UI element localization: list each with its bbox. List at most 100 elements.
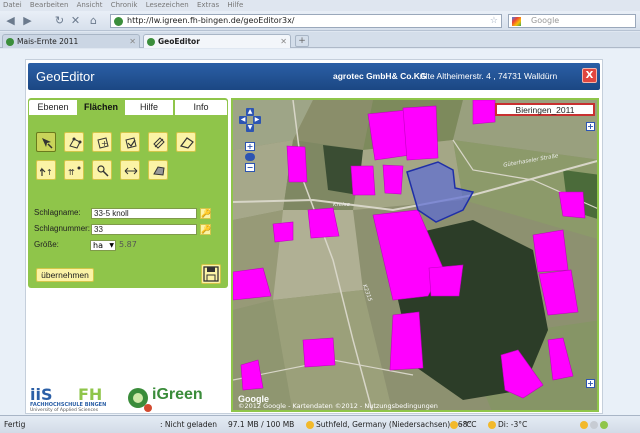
search-input[interactable]: Google bbox=[508, 14, 636, 28]
weather-current: Suthfeld, Germany (Niedersachsen): -6°C bbox=[306, 416, 472, 433]
sun-icon bbox=[306, 421, 314, 429]
menu-lesezeichen[interactable]: Lesezeichen bbox=[146, 1, 189, 9]
weather-forecast-2: Di: -3°C bbox=[488, 416, 527, 433]
measure-icon[interactable] bbox=[176, 132, 196, 152]
page-viewport: GeoEditor agrotec GmbH& Co.KG Alte Althe… bbox=[0, 49, 640, 415]
home-icon[interactable]: ⌂ bbox=[86, 14, 101, 28]
url-text: http://lw.igreen.fh-bingen.de/geoEditor3… bbox=[127, 16, 295, 25]
close-tab-icon[interactable]: ✕ bbox=[129, 35, 136, 48]
tab-title: Mais-Ernte 2011 bbox=[17, 37, 79, 46]
road-label: Kreise bbox=[333, 202, 351, 208]
igreen-logo: iGreen bbox=[126, 380, 216, 414]
svg-text:+: + bbox=[101, 139, 108, 148]
tools-panel: Ebenen Flächen Hilfe Info + ↑ ⇈ Schlagna… bbox=[28, 98, 228, 288]
company-name: agrotec GmbH& Co.KG bbox=[333, 71, 427, 81]
tab-title: GeoEditor bbox=[158, 37, 200, 46]
add-part-icon[interactable] bbox=[120, 132, 140, 152]
pan-left-icon[interactable]: ◀ bbox=[239, 116, 247, 124]
close-tab-icon[interactable]: ✕ bbox=[280, 35, 287, 48]
move-icon[interactable]: ↑ bbox=[36, 160, 56, 180]
sun-icon bbox=[488, 421, 496, 429]
status-text: Fertig bbox=[4, 420, 26, 429]
size-label: Größe: bbox=[34, 240, 59, 249]
status-icons bbox=[580, 416, 610, 433]
map-copyright: ©2012 Google - Kartendaten ©2012 - Nutzu… bbox=[238, 402, 438, 410]
menu-chronik[interactable]: Chronik bbox=[111, 1, 138, 9]
area-icon[interactable] bbox=[148, 160, 168, 180]
weather-forecast-1: -8°C bbox=[450, 416, 476, 433]
search-placeholder: Google bbox=[531, 16, 560, 25]
pan-up-icon[interactable]: ▲ bbox=[246, 108, 254, 116]
geoeditor-app: GeoEditor agrotec GmbH& Co.KG Alte Althe… bbox=[25, 59, 603, 414]
app-title: GeoEditor bbox=[36, 69, 95, 84]
add-polygon-icon[interactable]: + bbox=[92, 132, 112, 152]
tab-ebenen[interactable]: Ebenen bbox=[28, 99, 78, 116]
pan-down-icon[interactable]: ▼ bbox=[246, 124, 254, 132]
distance-icon[interactable] bbox=[120, 160, 140, 180]
zoom-slider[interactable] bbox=[245, 153, 255, 161]
number-field[interactable]: 33 bbox=[91, 224, 197, 235]
pan-right-icon[interactable]: ▶ bbox=[253, 116, 261, 124]
tab-geoeditor[interactable]: GeoEditor ✕ bbox=[143, 34, 291, 48]
browser-window: Datei Bearbeiten Ansicht Chronik Lesezei… bbox=[0, 0, 640, 433]
number-label: Schlagnummer: bbox=[34, 224, 91, 233]
sun-icon bbox=[450, 421, 458, 429]
sun-icon bbox=[580, 421, 588, 429]
addon-icon[interactable] bbox=[600, 421, 608, 429]
tab-info[interactable]: Info bbox=[174, 99, 228, 116]
menu-datei[interactable]: Datei bbox=[3, 1, 22, 9]
chevron-down-icon: ▼ bbox=[109, 242, 114, 249]
svg-text:↑: ↑ bbox=[46, 168, 53, 177]
map-view[interactable]: Güterhaseler Straße Kreise K2315 Biering… bbox=[231, 98, 599, 412]
bookmark-star-icon[interactable]: ☆ bbox=[490, 15, 498, 27]
unit-select[interactable]: ha ▼ bbox=[90, 240, 116, 251]
area-value: 5.87 bbox=[119, 240, 137, 249]
site-favicon-icon bbox=[114, 17, 123, 26]
menu-bearbeiten[interactable]: Bearbeiten bbox=[30, 1, 68, 9]
map-layer-label: Bieringen_2011 bbox=[495, 103, 595, 116]
new-tab-button[interactable]: + bbox=[295, 35, 309, 47]
unit-value: ha bbox=[93, 241, 103, 250]
name-field[interactable]: 33-5 knoll bbox=[91, 208, 197, 219]
navigation-toolbar: ◀ ▶ ↻ ✕ ⌂ http://lw.igreen.fh-bingen.de/… bbox=[0, 11, 640, 31]
cloud-icon bbox=[590, 421, 598, 429]
menu-extras[interactable]: Extras bbox=[197, 1, 219, 9]
layer-switcher-button[interactable]: + bbox=[586, 122, 595, 131]
close-button[interactable]: X bbox=[582, 68, 597, 83]
menu-bar: Datei Bearbeiten Ansicht Chronik Lesezei… bbox=[0, 0, 640, 11]
name-lookup-icon[interactable]: 🔑 bbox=[200, 208, 211, 219]
save-icon[interactable] bbox=[201, 264, 221, 284]
tab-mais-ernte[interactable]: Mais-Ernte 2011 ✕ bbox=[2, 34, 140, 48]
vertex-edit-icon[interactable] bbox=[64, 132, 84, 152]
reload-icon[interactable]: ↻ bbox=[52, 14, 67, 28]
zoom-out-button[interactable]: − bbox=[245, 163, 255, 172]
zoom-in-button[interactable]: + bbox=[245, 142, 255, 151]
google-search-icon bbox=[512, 17, 521, 26]
menu-hilfe[interactable]: Hilfe bbox=[227, 1, 243, 9]
tab-flaechen[interactable]: Flächen bbox=[78, 99, 124, 116]
apply-button[interactable]: übernehmen bbox=[36, 268, 94, 282]
tab-favicon-icon bbox=[6, 38, 14, 46]
tab-hilfe[interactable]: Hilfe bbox=[124, 99, 174, 116]
satellite-map bbox=[233, 100, 597, 410]
menu-ansicht[interactable]: Ansicht bbox=[77, 1, 103, 9]
svg-text:⇈: ⇈ bbox=[68, 168, 75, 177]
split-icon[interactable] bbox=[92, 160, 112, 180]
url-bar[interactable]: http://lw.igreen.fh-bingen.de/geoEditor3… bbox=[110, 14, 502, 28]
overview-map-button[interactable]: + bbox=[586, 379, 595, 388]
tab-bar: Mais-Ernte 2011 ✕ GeoEditor ✕ + bbox=[0, 32, 640, 48]
merge-icon[interactable]: ⇈ bbox=[64, 160, 84, 180]
cut-polygon-icon[interactable] bbox=[148, 132, 168, 152]
number-lookup-icon[interactable]: 🔑 bbox=[200, 224, 211, 235]
pan-control: ▲ ◀ ▶ ▼ bbox=[239, 108, 261, 138]
addon-status: : Nicht geladen bbox=[160, 420, 217, 429]
select-icon[interactable] bbox=[36, 132, 56, 152]
back-icon[interactable]: ◀ bbox=[3, 14, 18, 28]
name-label: Schlagname: bbox=[34, 208, 81, 217]
stop-icon[interactable]: ✕ bbox=[68, 14, 83, 28]
fh-bingen-logo: iiS FH FACHHOCHSCHULE BINGEN University … bbox=[28, 380, 128, 414]
panel-tabs: Ebenen Flächen Hilfe Info bbox=[28, 98, 228, 116]
app-header: GeoEditor agrotec GmbH& Co.KG Alte Althe… bbox=[28, 63, 600, 90]
company-address: Alte Altheimerstr. 4 , 74731 Walldürn bbox=[420, 71, 558, 81]
forward-icon[interactable]: ▶ bbox=[20, 14, 35, 28]
